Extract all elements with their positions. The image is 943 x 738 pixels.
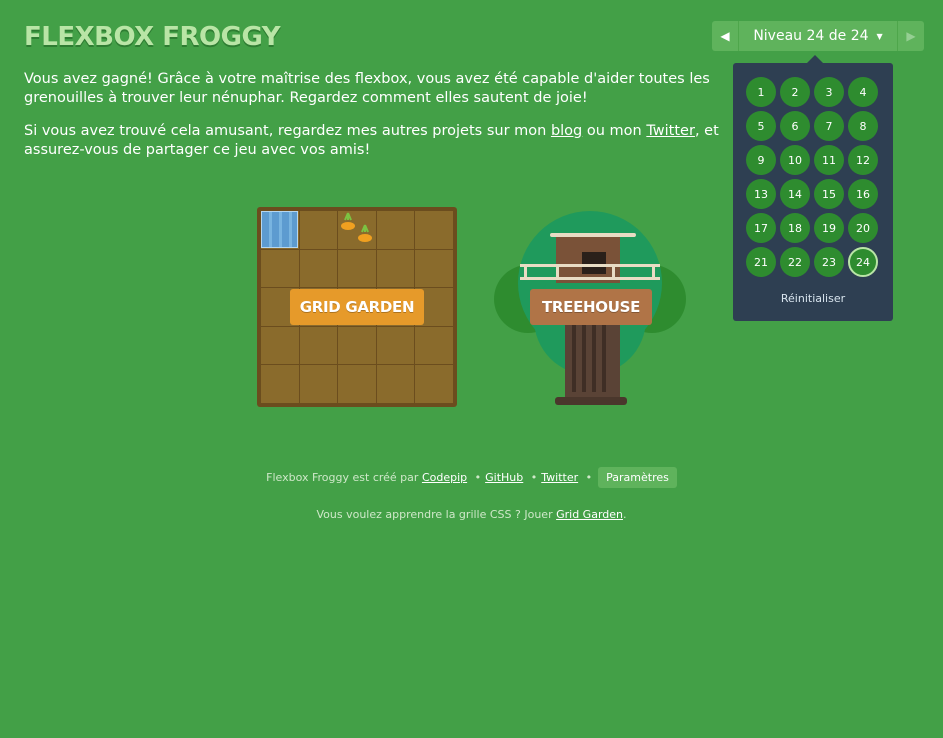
carrot-icon (358, 224, 372, 242)
level-button-23[interactable]: 23 (814, 247, 844, 277)
level-button-21[interactable]: 21 (746, 247, 776, 277)
reset-button[interactable]: Réinitialiser (733, 292, 893, 305)
intro-text-mid: ou mon (582, 123, 647, 139)
level-button-9[interactable]: 9 (746, 145, 776, 175)
treehouse-button[interactable]: TREEHOUSE (530, 289, 652, 325)
level-button-4[interactable]: 4 (848, 77, 878, 107)
footer-separator: • (585, 471, 593, 484)
grid-garden-link[interactable]: Grid Garden (556, 508, 623, 521)
level-button-22[interactable]: 22 (780, 247, 810, 277)
level-button-7[interactable]: 7 (814, 111, 844, 141)
level-button-3[interactable]: 3 (814, 77, 844, 107)
level-nav: ◀ Niveau 24 de 24 ▼ ▶ (712, 21, 924, 51)
level-button-13[interactable]: 13 (746, 179, 776, 209)
level-button-2[interactable]: 2 (780, 77, 810, 107)
footer-learn-suffix: . (623, 508, 627, 521)
github-link[interactable]: GitHub (485, 471, 523, 484)
footer-separator: • (474, 471, 482, 484)
footer-learn-more: Vous voulez apprendre la grille CSS ? Jo… (0, 508, 943, 521)
level-button-16[interactable]: 16 (848, 179, 878, 209)
grid-garden-card[interactable]: GRID GARDEN (257, 207, 457, 407)
intro-paragraph-2: Si vous avez trouvé cela amusant, regard… (24, 122, 729, 160)
settings-button[interactable]: Paramètres (598, 467, 677, 488)
level-button-19[interactable]: 19 (814, 213, 844, 243)
level-button-1[interactable]: 1 (746, 77, 776, 107)
footer-credits: Flexbox Froggy est créé par Codepip • Git… (0, 467, 943, 488)
level-indicator-label: Niveau 24 de 24 (753, 28, 869, 44)
levels-dropdown: 1 2 3 4 5 6 7 8 9 10 11 12 13 14 15 16 17 18 19 20 21 22 23 24 … (733, 55, 893, 321)
level-button-17[interactable]: 17 (746, 213, 776, 243)
codepip-link[interactable]: Codepip (422, 471, 467, 484)
caret-down-icon: ▼ (876, 31, 883, 41)
water-tile-icon (261, 211, 298, 248)
level-button-20[interactable]: 20 (848, 213, 878, 243)
level-indicator[interactable]: Niveau 24 de 24 ▼ (739, 21, 897, 51)
footer-twitter-link[interactable]: Twitter (541, 471, 578, 484)
instructions: Vous avez gagné! Grâce à votre maîtrise … (24, 70, 729, 174)
level-button-10[interactable]: 10 (780, 145, 810, 175)
level-button-6[interactable]: 6 (780, 111, 810, 141)
logo[interactable]: FLEXBOX FROGGY (24, 22, 281, 52)
footer-credit-text: Flexbox Froggy est créé par (266, 471, 419, 484)
blog-link[interactable]: blog (551, 123, 582, 139)
level-button-8[interactable]: 8 (848, 111, 878, 141)
footer-separator: • (530, 471, 538, 484)
level-button-11[interactable]: 11 (814, 145, 844, 175)
page: FLEXBOX FROGGY ◀ Niveau 24 de 24 ▼ ▶ Vou… (0, 0, 943, 738)
level-button-15[interactable]: 15 (814, 179, 844, 209)
level-button-12[interactable]: 12 (848, 145, 878, 175)
footer-learn-text: Vous voulez apprendre la grille CSS ? Jo… (316, 508, 553, 521)
level-button-18[interactable]: 18 (780, 213, 810, 243)
twitter-link[interactable]: Twitter (646, 123, 695, 139)
treehouse-card[interactable]: TREEHOUSE (490, 207, 690, 407)
intro-text-before: Si vous avez trouvé cela amusant, regard… (24, 123, 551, 139)
triangle-right-icon: ▶ (906, 29, 916, 43)
next-level-button[interactable]: ▶ (897, 21, 924, 51)
level-grid: 1 2 3 4 5 6 7 8 9 10 11 12 13 14 15 16 17 18 19 20 21 22 23 24 (746, 77, 878, 277)
intro-paragraph-1: Vous avez gagné! Grâce à votre maîtrise … (24, 71, 710, 106)
level-button-24[interactable]: 24 (848, 247, 878, 277)
triangle-left-icon: ◀ (720, 29, 730, 43)
previous-level-button[interactable]: ◀ (712, 21, 739, 51)
level-button-5[interactable]: 5 (746, 111, 776, 141)
level-button-14[interactable]: 14 (780, 179, 810, 209)
grid-garden-button[interactable]: GRID GARDEN (290, 289, 424, 325)
